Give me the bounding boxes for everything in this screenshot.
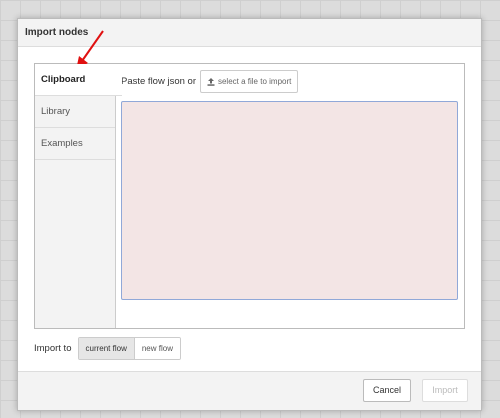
select-file-label: select a file to import [217,77,292,86]
tab-clipboard[interactable]: Clipboard [35,64,122,96]
flow-json-textarea[interactable] [121,101,458,300]
import-to-row: Import to current flow new flow [34,337,181,360]
import-to-label: Import to [34,343,72,354]
cancel-button[interactable]: Cancel [363,379,411,402]
import-target-toggle: current flow new flow [77,337,181,360]
tab-examples[interactable]: Examples [35,128,115,160]
select-file-button[interactable]: select a file to import [199,70,299,93]
upload-icon [207,77,215,86]
import-source-tabs: Clipboard Library Examples [35,64,122,328]
current-flow-option[interactable]: current flow [78,338,135,359]
import-panel: Clipboard Library Examples Paste flow js… [34,63,465,329]
paste-row: Paste flow json or select a file to impo… [121,70,299,93]
dialog-footer: Cancel Import [18,371,481,410]
import-nodes-dialog: Import nodes Clipboard Library Examples … [17,18,482,411]
clipboard-content: Paste flow json or select a file to impo… [115,64,464,328]
import-button[interactable]: Import [422,379,468,402]
new-flow-option[interactable]: new flow [134,338,180,359]
paste-label: Paste flow json or [121,76,196,87]
dialog-title: Import nodes [18,19,481,47]
tab-library[interactable]: Library [35,96,115,128]
